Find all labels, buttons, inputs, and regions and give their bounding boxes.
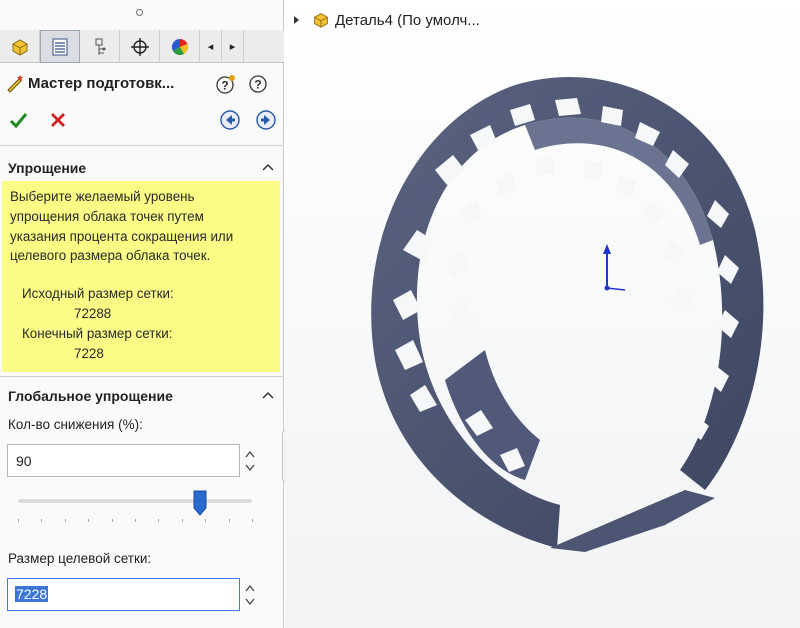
reduction-percent-stepper[interactable] <box>243 444 257 477</box>
panel-grip[interactable] <box>0 0 284 30</box>
slider-tick <box>229 519 230 522</box>
info-message: Выберите желаемый уровень упрощения обла… <box>2 181 280 372</box>
reduction-percent-label: Кол-во снижения (%): <box>8 417 143 432</box>
chevron-right-icon[interactable] <box>291 15 301 25</box>
svg-text:?: ? <box>221 79 228 93</box>
source-mesh-value: 72288 <box>74 306 112 321</box>
info-line: упрощения облака точек путем <box>10 208 204 224</box>
slider-tick <box>112 519 113 522</box>
chevron-up-icon[interactable] <box>245 450 255 458</box>
result-mesh-label: Конечный размер сетки: <box>22 326 173 341</box>
ok-button[interactable] <box>6 108 30 132</box>
selected-text: 7228 <box>15 586 49 602</box>
tab-property-manager[interactable] <box>40 30 80 63</box>
slider-thumb[interactable] <box>193 490 207 516</box>
panel-header: Мастер подготовк... ? ? <box>0 66 284 102</box>
slider-tick <box>252 519 253 522</box>
slider-tick <box>65 519 66 522</box>
info-line: Выберите желаемый уровень <box>10 189 195 204</box>
info-line: указания процента сокращения или <box>10 228 234 244</box>
part-name: Деталь4 (По умолч... <box>335 11 480 29</box>
section-title: Упрощение <box>8 160 87 176</box>
reduction-slider[interactable] <box>18 490 253 526</box>
feature-tree-flyout[interactable]: Деталь4 (По умолч... <box>291 8 480 32</box>
part-icon <box>314 13 328 28</box>
chevron-down-icon[interactable] <box>245 464 255 472</box>
target-mesh-input[interactable]: 7228 <box>7 578 240 611</box>
chevron-down-icon[interactable] <box>245 598 255 606</box>
tab-configuration-manager[interactable] <box>80 30 120 63</box>
tab-feature-manager[interactable] <box>0 30 40 63</box>
result-mesh-value: 7228 <box>74 346 104 361</box>
reduction-percent-input[interactable]: 90 <box>7 444 240 477</box>
tab-scroll-left-button[interactable]: ◂ <box>200 30 222 63</box>
global-simplification-section-header[interactable]: Глобальное упрощение <box>0 384 284 408</box>
bracelet-mesh-model[interactable] <box>285 0 800 628</box>
slider-tick <box>88 519 89 522</box>
back-button[interactable] <box>219 109 241 131</box>
divider <box>0 376 284 377</box>
info-line: целевого размера облака точек. <box>10 248 211 264</box>
help-icon[interactable]: ? <box>247 73 269 95</box>
list-icon <box>52 38 68 55</box>
tab-scroll-right-button[interactable]: ▸ <box>222 30 244 63</box>
slider-track[interactable] <box>18 499 252 503</box>
panel-title: Мастер подготовк... <box>28 75 175 92</box>
slider-tick <box>158 519 159 522</box>
chevron-up-icon[interactable] <box>262 162 274 172</box>
slider-tick <box>18 519 19 522</box>
svg-text:?: ? <box>254 78 261 92</box>
next-button[interactable] <box>255 109 277 131</box>
slider-tick <box>182 519 183 522</box>
source-mesh-label: Исходный размер сетки: <box>22 286 174 301</box>
section-title: Глобальное упрощение <box>8 388 173 404</box>
whats-new-icon[interactable]: ? <box>215 73 237 95</box>
chevron-up-icon[interactable] <box>245 584 255 592</box>
part-icon <box>12 38 27 56</box>
cancel-button[interactable] <box>46 108 70 132</box>
tab-display-manager[interactable] <box>160 30 200 63</box>
target-mesh-label: Размер целевой сетки: <box>8 551 152 566</box>
tab-dimxpert-manager[interactable] <box>120 30 160 63</box>
crosshair-icon <box>130 37 149 56</box>
graphics-area[interactable]: Деталь4 (По умолч... <box>285 0 800 628</box>
slider-tick <box>205 519 206 522</box>
configuration-icon <box>95 38 105 55</box>
chevron-up-icon[interactable] <box>262 390 274 400</box>
property-manager-panel: ◂ ▸ Мастер подготовк... ? ? Упрощение Вы… <box>0 0 284 628</box>
target-mesh-stepper[interactable] <box>243 578 257 611</box>
slider-tick <box>135 519 136 522</box>
color-wheel-icon <box>171 38 188 55</box>
manager-tabbar: ◂ ▸ <box>0 30 284 63</box>
wizard-icon <box>7 75 23 93</box>
divider <box>0 145 284 146</box>
axis-triad <box>603 244 626 291</box>
slider-tick <box>41 519 42 522</box>
simplification-section-header[interactable]: Упрощение <box>0 156 284 180</box>
